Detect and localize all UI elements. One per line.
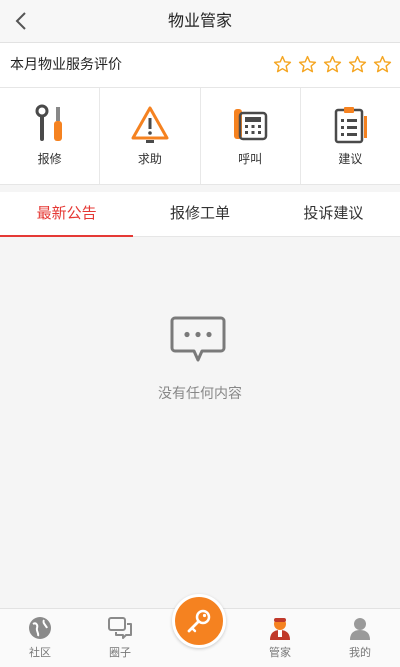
help-button[interactable]: 求助 [100, 88, 201, 184]
chat-bubbles-icon [108, 617, 132, 639]
call-label: 呼叫 [238, 152, 263, 166]
community-globe-icon [29, 617, 51, 639]
rating-stars [267, 55, 392, 77]
butler-icon [270, 618, 290, 640]
tab-butler-label: 管家 [269, 646, 291, 659]
top-nav-bar: 物业管家 [0, 0, 400, 43]
tab-mine-label: 我的 [349, 646, 371, 659]
call-button[interactable]: 呼叫 [201, 88, 301, 184]
tab-mine[interactable]: 我的 [320, 609, 400, 667]
tab-butler[interactable]: 管家 [240, 609, 320, 667]
tab-community[interactable]: 社区 [0, 609, 80, 667]
key-icon [187, 609, 211, 633]
star-icon[interactable] [273, 55, 292, 74]
star-icon[interactable] [298, 55, 317, 74]
clipboard-icon [335, 107, 368, 144]
suggestion-label: 建议 [338, 152, 363, 166]
tab-circle[interactable]: 圈子 [80, 609, 160, 667]
tab-complaints-suggestions[interactable]: 投诉建议 [267, 192, 400, 236]
empty-state: 没有任何内容 [0, 237, 400, 607]
repair-button[interactable]: 报修 [0, 88, 101, 184]
tab-circle-label: 圈子 [109, 646, 131, 659]
star-icon[interactable] [348, 55, 367, 74]
tab-latest-announcements[interactable]: 最新公告 [0, 192, 134, 237]
rating-label: 本月物业服务评价 [10, 57, 122, 73]
chat-bubble-icon [170, 316, 226, 362]
suggestion-button[interactable]: 建议 [301, 88, 400, 184]
repair-tools-icon [35, 104, 62, 141]
center-key-button[interactable] [172, 594, 226, 648]
page-title: 物业管家 [167, 11, 232, 30]
content-tabs: 最新公告 报修工单 投诉建议 [0, 192, 400, 237]
star-icon[interactable] [373, 55, 392, 74]
service-rating-row: 本月物业服务评价 [0, 43, 400, 88]
repair-label: 报修 [37, 152, 62, 166]
user-icon [350, 618, 370, 640]
service-actions-grid: 报修 求助 呼叫 建议 [0, 88, 400, 185]
empty-message: 没有任何内容 [158, 386, 242, 402]
tab-community-label: 社区 [29, 646, 51, 659]
telephone-icon [234, 109, 268, 141]
warning-triangle-icon [131, 106, 169, 143]
tab-repair-orders[interactable]: 报修工单 [133, 192, 266, 236]
help-label: 求助 [137, 152, 162, 166]
star-icon[interactable] [323, 55, 342, 74]
